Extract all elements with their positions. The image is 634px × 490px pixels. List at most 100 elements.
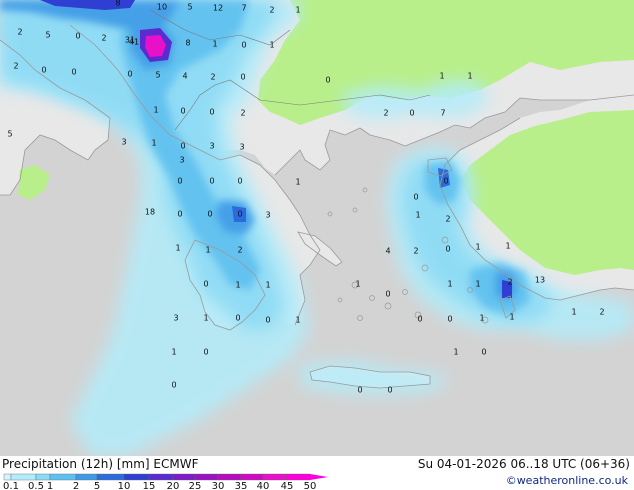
precip-value-label: 1 (295, 316, 300, 325)
precip-value-label: 2 (240, 109, 245, 118)
precipitation-map: 8 10 5 12 7 2 12 5 0 2 3141 8 1 0 12 0 0 5 4 2 000 1 11 0 0 2 2 0 75… (0, 0, 634, 456)
legend-color-box (96, 473, 125, 481)
precip-value-label: 7 (440, 109, 445, 118)
precip-value-label: 0 (75, 32, 80, 41)
legend-tick-label: 40 (257, 481, 270, 490)
precip-value-label: 3 (209, 142, 214, 151)
precip-value-label: 1 (355, 280, 360, 289)
precip-value-label: 1 (151, 139, 156, 148)
precip-value-label: 41 (129, 38, 139, 47)
map-title: Precipitation (12h) [mm] ECMWF (2, 457, 199, 471)
precip-value-label: 1 (235, 281, 240, 290)
precipitation-map-panel: 8 10 5 12 7 2 1 2 5 0 2 31 41 8 1 0 1 2 0 0 5 4 2 0 0 0 1 1 1 0 0 2 2 0 7 5… (0, 0, 634, 490)
precip-value-label: 3 (173, 314, 178, 323)
precip-value-label: 0 (265, 316, 270, 325)
credit-link[interactable]: ©weatheronline.co.uk (506, 474, 628, 487)
precip-value-label: 0 (209, 177, 214, 186)
legend-tick-label: 15 (143, 481, 156, 490)
precip-value-label: 3 (265, 211, 270, 220)
legend-tick-label: 35 (235, 481, 248, 490)
precip-value-label: 1 (453, 348, 458, 357)
precip-value-label: 0 (203, 348, 208, 357)
precip-value-label: 7 (241, 4, 246, 13)
precip-value-label: 0 (41, 66, 46, 75)
precip-value-label: 5 (45, 31, 50, 40)
valid-time: Su 04-01-2026 06..18 UTC (06+36) (417, 457, 630, 471)
legend-tick-label: 0.1 (3, 481, 19, 490)
precip-value-label: 1 (475, 280, 480, 289)
precip-value-label: 3 (179, 156, 184, 165)
legend-tick-label: 50 (304, 481, 317, 490)
precip-value-label: 3 (121, 138, 126, 147)
precip-value-label: 1 (467, 72, 472, 81)
precip-value-label: 4 (385, 247, 390, 256)
precip-value-label: 0 (209, 108, 214, 117)
precip-value-label: 2 (17, 28, 22, 37)
precip-value-label: 1 (269, 41, 274, 50)
precip-value-label: 2 (101, 34, 106, 43)
precip-value-label: 1 (295, 6, 300, 15)
precip-value-label: 0 (240, 73, 245, 82)
precip-value-label: 8 (115, 0, 120, 8)
precip-value-label: 1 (415, 211, 420, 220)
legend-color-box (172, 473, 196, 481)
legend-tick-label: 20 (167, 481, 180, 490)
precip-value-label: 1 (509, 313, 514, 322)
precip-value-label: 0 (325, 76, 330, 85)
precip-value-label: 8 (185, 39, 190, 48)
precip-value-label: 2 (413, 247, 418, 256)
legend-tick-labels: 0.1 0.5 1 2 5 10 15 20 25 30 35 40 45 50 (3, 481, 316, 490)
precip-value-label: 0 (177, 210, 182, 219)
legend-overflow-arrow (310, 474, 328, 480)
precip-value-label: 0 (207, 210, 212, 219)
precip-value-label: 0 (235, 314, 240, 323)
precip-value-label: 2 (445, 215, 450, 224)
legend-color-box (194, 473, 219, 481)
precip-value-label: 0 (241, 41, 246, 50)
precip-value-label: 1 (571, 308, 576, 317)
legend-tick-label: 0.5 (28, 481, 44, 490)
legend-tick-label: 2 (73, 481, 79, 490)
precip-value-label: 2 (237, 246, 242, 255)
precip-value-label: 2 (13, 62, 18, 71)
legend-tick-label: 45 (281, 481, 294, 490)
legend-tick-label: 5 (94, 481, 100, 490)
precip-value-label: 2 (507, 278, 512, 287)
precip-value-label: 3 (239, 143, 244, 152)
precip-value-label: 12 (213, 4, 223, 13)
precip-value-label: 1 (171, 348, 176, 357)
precip-value-label: 0 (387, 386, 392, 395)
precip-value-label: 0 (357, 386, 362, 395)
precip-value-label: 0 (417, 315, 422, 324)
legend-color-box (123, 473, 150, 481)
precip-value-label: 0 (180, 107, 185, 116)
precip-value-label: 2 (210, 73, 215, 82)
legend-color-box (286, 473, 311, 481)
precip-value-label: 0 (237, 177, 242, 186)
precip-value-label: 18 (145, 208, 155, 217)
precip-value-label: 0 (413, 193, 418, 202)
precip-value-label: 0 (127, 70, 132, 79)
precip-value-label: 4 (182, 72, 187, 81)
legend-color-box (240, 473, 264, 481)
legend-color-box (35, 473, 51, 481)
precip-value-label: 13 (535, 276, 545, 285)
legend-color-box (10, 473, 37, 481)
legend-tick-label: 25 (189, 481, 202, 490)
precip-value-label: 0 (177, 177, 182, 186)
legend-color-box (75, 473, 98, 481)
legend-tick-label: 1 (47, 481, 53, 490)
legend-tick-label: 10 (118, 481, 131, 490)
precip-value-label: 1 (203, 314, 208, 323)
legend-color-box (217, 473, 242, 481)
precip-value-label: 2 (269, 6, 274, 15)
legend-color-box (3, 473, 12, 481)
precip-value-label: 5 (7, 130, 12, 139)
precip-value-label: 1 (439, 72, 444, 81)
precip-value-label: 1 (175, 244, 180, 253)
precip-value-label: 0 (71, 68, 76, 77)
precip-value-label: 1 (265, 281, 270, 290)
precip-value-label: 10 (157, 3, 167, 12)
precip-value-label: 0 (171, 381, 176, 390)
precip-value-label: 1 (447, 280, 452, 289)
